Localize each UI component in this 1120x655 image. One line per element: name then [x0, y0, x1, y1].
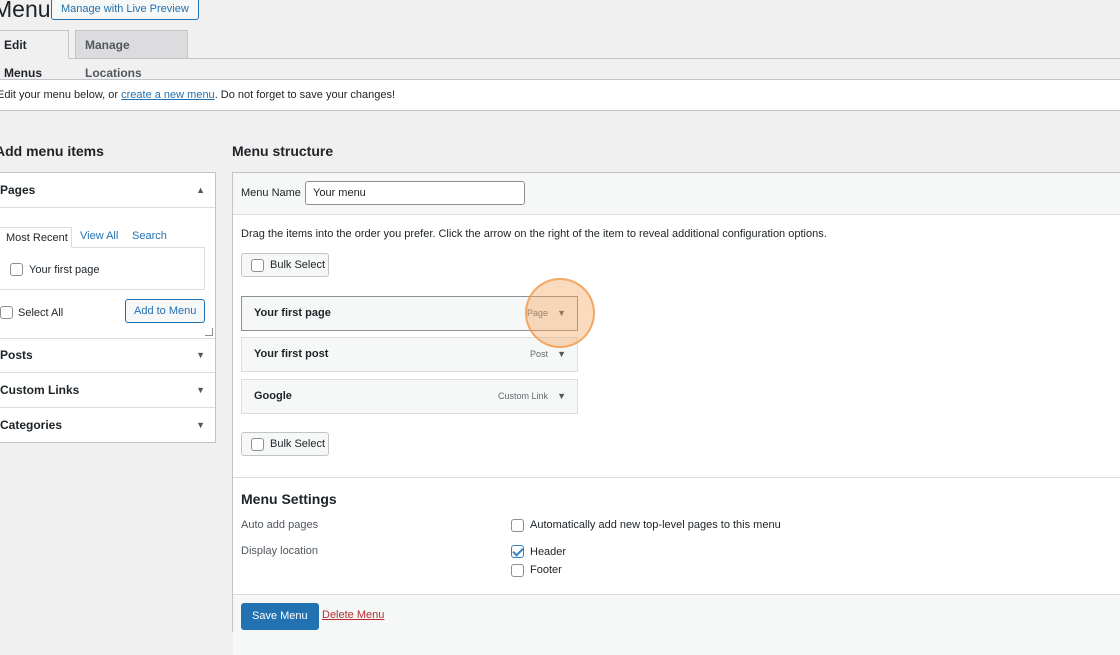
select-all-checkbox[interactable]	[0, 306, 13, 319]
bulk-select-bottom[interactable]: Bulk Select	[241, 432, 329, 456]
menu-name-input[interactable]: Your menu	[305, 181, 525, 205]
add-to-menu-button[interactable]: Add to Menu	[125, 299, 206, 323]
menu-settings-title: Menu Settings	[241, 491, 337, 507]
item-expand-arrow-icon[interactable]: ▼	[557, 380, 566, 413]
auto-add-label: Auto add pages	[241, 519, 319, 531]
menu-item-type: Page	[526, 308, 548, 318]
most-recent-list: Your first page	[0, 247, 205, 290]
resize-handle[interactable]	[205, 328, 213, 336]
edit-menu-notice: Edit your menu below, or create a new me…	[0, 79, 1120, 111]
delete-menu-link[interactable]: Delete Menu	[322, 609, 384, 621]
menu-item-title: Your first page	[254, 307, 331, 319]
settings-divider	[233, 477, 1120, 478]
header-location-label: Header	[530, 546, 567, 558]
menu-name-bar: Menu Name Your menu	[233, 173, 1120, 215]
menu-item[interactable]: Google Custom Link ▼	[241, 379, 578, 414]
auto-add-checkbox[interactable]	[511, 519, 524, 532]
expand-arrow-icon: ▼	[196, 385, 205, 395]
item-expand-arrow-icon[interactable]: ▼	[557, 297, 566, 330]
item-expand-arrow-icon[interactable]: ▼	[557, 338, 566, 371]
tab-most-recent[interactable]: Most Recent	[0, 227, 72, 248]
bulk-select-checkbox[interactable]	[251, 259, 264, 272]
menu-item[interactable]: Your first post Post ▼	[241, 337, 578, 372]
tab-manage-locations[interactable]: Manage Locations	[75, 30, 188, 80]
footer-location-label: Footer	[530, 564, 562, 576]
create-new-menu-link[interactable]: create a new menu	[121, 89, 215, 101]
select-all-label: Select All	[18, 307, 64, 319]
page-item-label: Your first page	[29, 264, 100, 276]
tab-search[interactable]: Search	[132, 230, 167, 242]
accordion-categories-header[interactable]: Categories ▼	[0, 408, 215, 443]
bulk-select-top[interactable]: Bulk Select	[241, 253, 329, 277]
menu-item-title: Your first post	[254, 348, 329, 360]
tab-edit-menus[interactable]: Edit Menus	[0, 30, 69, 80]
bulk-select-label: Bulk Select	[270, 259, 326, 271]
menu-item[interactable]: Your first page Page ▼	[241, 296, 578, 331]
expand-arrow-icon: ▼	[196, 420, 205, 430]
header-location-checkbox[interactable]	[511, 545, 524, 558]
auto-add-option-label: Automatically add new top-level pages to…	[530, 519, 781, 531]
collapse-arrow-icon: ▲	[196, 185, 205, 195]
menu-item-title: Google	[254, 390, 292, 402]
menu-footer-bar: Save Menu Delete Menu	[233, 594, 1120, 655]
menu-structure-title: Menu structure	[232, 143, 334, 159]
menu-item-type: Post	[529, 349, 548, 359]
manage-live-preview-button[interactable]: Manage with Live Preview	[51, 0, 199, 20]
accordion-posts-label: Posts	[0, 348, 33, 362]
accordion-pages-label: Pages	[0, 183, 36, 197]
display-location-label: Display location	[241, 545, 319, 557]
accordion-custom-links-label: Custom Links	[0, 383, 80, 397]
add-menu-items-title: Add menu items	[0, 143, 104, 159]
menu-name-label: Menu Name	[241, 187, 301, 199]
bulk-select-checkbox[interactable]	[251, 438, 264, 451]
accordion-custom-links-header[interactable]: Custom Links ▼	[0, 373, 215, 408]
expand-arrow-icon: ▼	[196, 350, 205, 360]
bulk-select-label: Bulk Select	[270, 438, 326, 450]
accordion-posts-header[interactable]: Posts ▼	[0, 338, 215, 373]
accordion-pages-header[interactable]: Pages ▲	[0, 173, 215, 208]
page-checkbox[interactable]	[10, 263, 23, 276]
menu-item-type: Custom Link	[497, 391, 548, 401]
footer-location-checkbox[interactable]	[511, 564, 524, 577]
menu-structure-panel: Menu Name Your menu Drag the items into …	[232, 172, 1120, 655]
menu-instructions: Drag the items into the order you prefer…	[241, 228, 827, 240]
accordion-categories-label: Categories	[0, 418, 63, 432]
notice-text-after: . Do not forget to save your changes!	[214, 89, 396, 101]
notice-text-before: Edit your menu below, or	[0, 89, 122, 101]
pages-panel: Most Recent View All Search Your first p…	[0, 208, 215, 339]
tab-view-all[interactable]: View All	[80, 230, 118, 242]
add-menu-items-accordion: Pages ▲ Most Recent View All Search Your…	[0, 172, 216, 443]
